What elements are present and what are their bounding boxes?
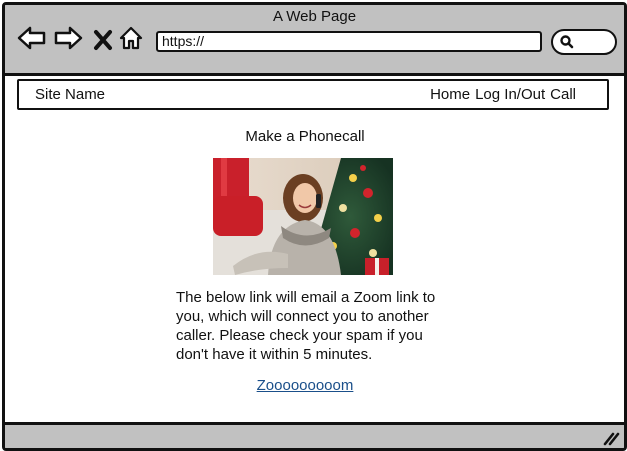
home-icon[interactable] [118, 25, 144, 51]
phone-call-photo [213, 158, 393, 275]
search-icon [560, 35, 574, 49]
forward-arrow-icon[interactable] [53, 25, 83, 51]
close-icon[interactable] [93, 27, 113, 53]
nav-link-login[interactable]: Log In/Out [475, 86, 545, 103]
site-name[interactable]: Site Name [35, 86, 105, 103]
resize-grip-icon[interactable] [602, 430, 620, 446]
search-button[interactable] [551, 29, 617, 55]
nav-link-home[interactable]: Home [430, 86, 470, 103]
browser-window: A Web Page https:// Site Name Home Log I… [2, 2, 627, 451]
page-title: Make a Phonecall [245, 128, 365, 145]
window-title: A Web Page [272, 8, 357, 25]
call-instructions: The below link will email a Zoom link to… [176, 289, 436, 363]
browser-toolbar: A Web Page https:// [5, 5, 624, 76]
back-arrow-icon[interactable] [17, 25, 47, 51]
address-bar[interactable]: https:// [156, 31, 542, 52]
nav-link-call[interactable]: Call [550, 86, 576, 103]
nav-links: Home Log In/Out Call [430, 86, 576, 103]
site-navigation: Site Name Home Log In/Out Call [17, 79, 609, 110]
zoom-link[interactable]: Zooooooooom [5, 377, 605, 394]
status-bar [5, 422, 624, 448]
